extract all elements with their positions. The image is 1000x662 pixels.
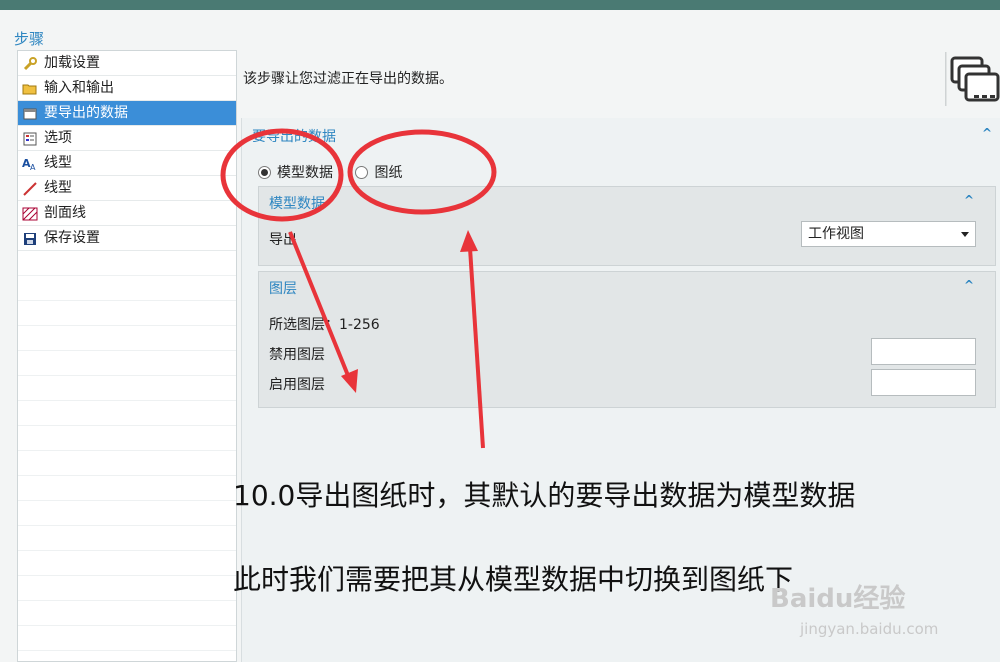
step-text-font[interactable]: AA 线型 <box>18 151 236 176</box>
model-data-title: 模型数据 <box>269 196 325 212</box>
enabled-layers-input[interactable] <box>871 369 976 396</box>
data-type-radio-group: 模型数据 图纸 <box>258 162 402 182</box>
step-options[interactable]: 选项 <box>18 126 236 151</box>
save-icon <box>24 233 36 245</box>
empty-row <box>18 601 236 626</box>
svg-text:A: A <box>30 163 36 172</box>
empty-row <box>18 426 236 451</box>
export-label: 导出 <box>269 232 297 248</box>
options-list-icon <box>23 132 37 146</box>
empty-row <box>18 501 236 526</box>
dropdown-arrow-icon <box>961 232 969 237</box>
text-font-icon: AA <box>22 157 36 172</box>
empty-row <box>18 526 236 551</box>
step-save-settings[interactable]: 保存设置 <box>18 226 236 251</box>
radio-off-icon <box>355 166 369 179</box>
radio-model-label: 模型数据 <box>277 165 333 181</box>
enabled-layers-label: 启用图层 <box>269 377 325 393</box>
layer-title: 图层 <box>269 281 297 297</box>
step-label: 保存设置 <box>44 230 100 246</box>
watermark-url: jingyan.baidu.com <box>800 620 939 638</box>
wrench-icon <box>23 57 37 71</box>
step-label: 选项 <box>44 130 72 146</box>
empty-row <box>18 376 236 401</box>
steps-title: 步骤 <box>14 30 45 48</box>
step-description: 该步骤让您过滤正在导出的数据。 <box>243 71 453 87</box>
empty-row <box>18 401 236 426</box>
empty-row <box>18 276 236 301</box>
step-hatch[interactable]: 剖面线 <box>18 201 236 226</box>
radio-drawing-label: 图纸 <box>374 165 403 181</box>
step-label: 输入和输出 <box>44 80 114 96</box>
steps-list: 加载设置 输入和输出 要导出的数据 选项 AA 线型 线型 剖面线 保存设置 <box>17 50 237 662</box>
collapse-layer-icon[interactable]: ^ <box>964 278 974 292</box>
disabled-layers-input[interactable] <box>871 338 976 365</box>
step-label: 剖面线 <box>44 205 86 221</box>
step-line-style[interactable]: 线型 <box>18 176 236 201</box>
radio-model-data[interactable]: 模型数据 <box>258 165 333 181</box>
step-export-data[interactable]: 要导出的数据 <box>18 101 236 126</box>
export-windows-icon <box>945 52 1000 106</box>
section-title: 要导出的数据 <box>252 129 336 145</box>
empty-row <box>18 551 236 576</box>
radio-drawing[interactable]: 图纸 <box>355 165 402 181</box>
export-dropdown-value: 工作视图 <box>808 226 864 242</box>
step-label: 线型 <box>44 155 72 171</box>
step-input-output[interactable]: 输入和输出 <box>18 76 236 101</box>
step-load-settings[interactable]: 加载设置 <box>18 51 236 76</box>
empty-row <box>18 301 236 326</box>
hatch-icon <box>22 207 38 221</box>
export-data-icon <box>23 108 37 120</box>
empty-row <box>18 251 236 276</box>
step-label: 线型 <box>44 180 72 196</box>
annotation-line-2: 此时我们需要把其从模型数据中切换到图纸下 <box>233 563 794 596</box>
export-dropdown[interactable]: 工作视图 <box>801 221 976 247</box>
layer-group: 图层 ^ 所选图层：1-256 禁用图层 启用图层 <box>258 271 996 408</box>
collapse-section-icon[interactable]: ^ <box>982 126 992 140</box>
annotation-line-1: 10.0导出图纸时，其默认的要导出数据为模型数据 <box>233 479 856 512</box>
radio-on-icon <box>258 166 271 179</box>
collapse-model-icon[interactable]: ^ <box>964 193 974 207</box>
empty-row <box>18 326 236 351</box>
selected-layers-text: 所选图层：1-256 <box>269 317 380 333</box>
empty-row <box>18 626 236 651</box>
step-label: 加载设置 <box>44 55 100 71</box>
step-label: 要导出的数据 <box>44 105 128 121</box>
empty-row <box>18 451 236 476</box>
empty-row <box>18 351 236 376</box>
disabled-layers-label: 禁用图层 <box>269 347 325 363</box>
line-style-icon <box>23 182 37 196</box>
model-data-group: 模型数据 ^ 导出 工作视图 <box>258 186 996 266</box>
title-bar <box>0 0 1000 10</box>
watermark-brand: Baidu经验 <box>770 584 906 614</box>
folder-open-icon <box>22 84 37 95</box>
empty-row <box>18 476 236 501</box>
empty-row <box>18 576 236 601</box>
